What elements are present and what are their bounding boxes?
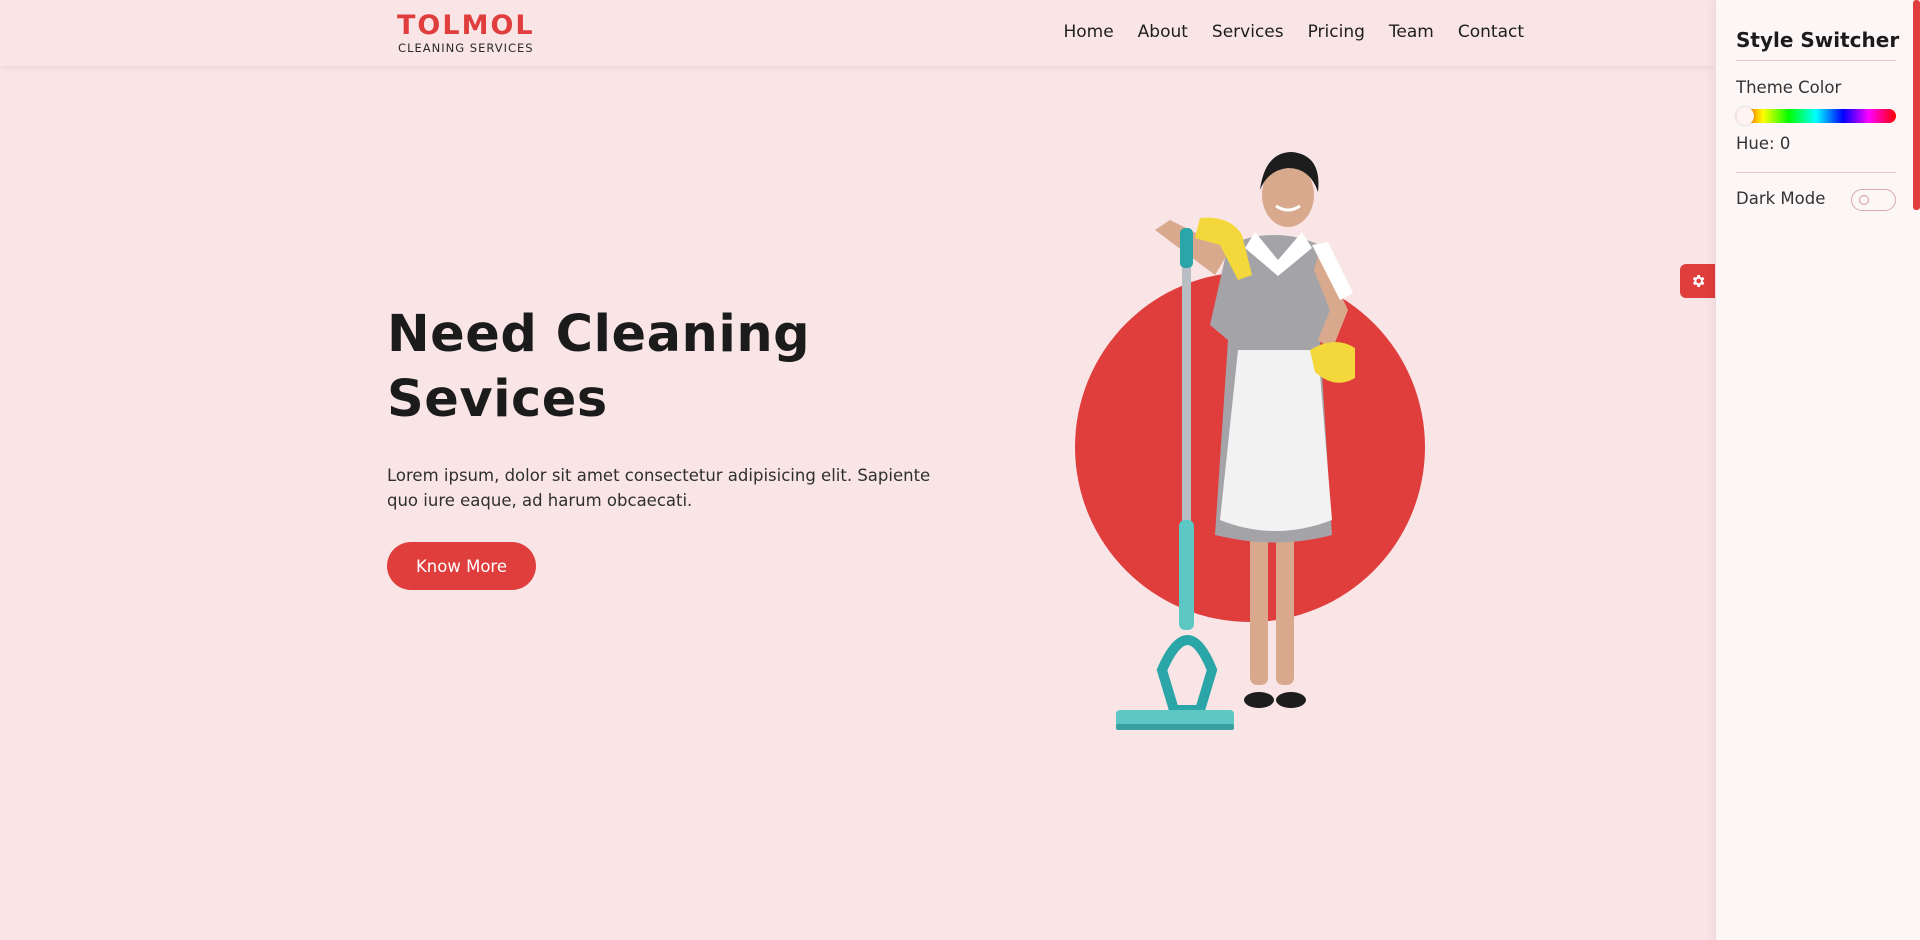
nav-item-home[interactable]: Home (1063, 20, 1113, 44)
gear-icon (1692, 275, 1704, 287)
style-switcher-title: Style Switcher (1736, 28, 1900, 52)
nav-item-services[interactable]: Services (1212, 20, 1284, 44)
hue-slider-handle[interactable] (1736, 107, 1754, 125)
hue-slider[interactable] (1736, 107, 1896, 125)
nav-item-about[interactable]: About (1138, 20, 1188, 44)
site-header: TOLMOL CLEANING SERVICES Home About Serv… (0, 0, 1715, 66)
logo[interactable]: TOLMOL CLEANING SERVICES (397, 10, 535, 56)
nav-item-contact[interactable]: Contact (1458, 20, 1524, 44)
hero-heading-line1: Need Cleaning (387, 305, 811, 364)
hero-heading: Need Cleaning Sevices (387, 302, 907, 432)
nav-item-pricing[interactable]: Pricing (1308, 20, 1365, 44)
logo-tagline: CLEANING SERVICES (398, 41, 534, 55)
divider (1736, 60, 1896, 61)
hue-value-label: Hue: 0 (1736, 134, 1791, 153)
divider (1736, 172, 1896, 173)
style-switcher-panel: Style Switcher Theme Color Hue: 0 Dark M… (1715, 0, 1920, 940)
dark-mode-label: Dark Mode (1736, 189, 1826, 208)
hero-illustration (1075, 152, 1425, 730)
hero-text: Lorem ipsum, dolor sit amet consectetur … (387, 466, 931, 510)
nav-item-team[interactable]: Team (1389, 20, 1434, 44)
page: TOLMOL CLEANING SERVICES Home About Serv… (0, 0, 1920, 940)
hero-heading-line2: Sevices (387, 370, 608, 429)
dark-mode-toggle-knob (1859, 195, 1869, 205)
know-more-button[interactable]: Know More (387, 542, 536, 590)
scrollbar-thumb[interactable] (1913, 0, 1920, 210)
theme-color-label: Theme Color (1736, 78, 1842, 97)
settings-toggle-button[interactable] (1680, 264, 1715, 298)
dark-mode-toggle[interactable] (1851, 189, 1896, 211)
logo-title: TOLMOL (397, 10, 535, 41)
main-nav: Home About Services Pricing Team Contact (1063, 20, 1524, 44)
